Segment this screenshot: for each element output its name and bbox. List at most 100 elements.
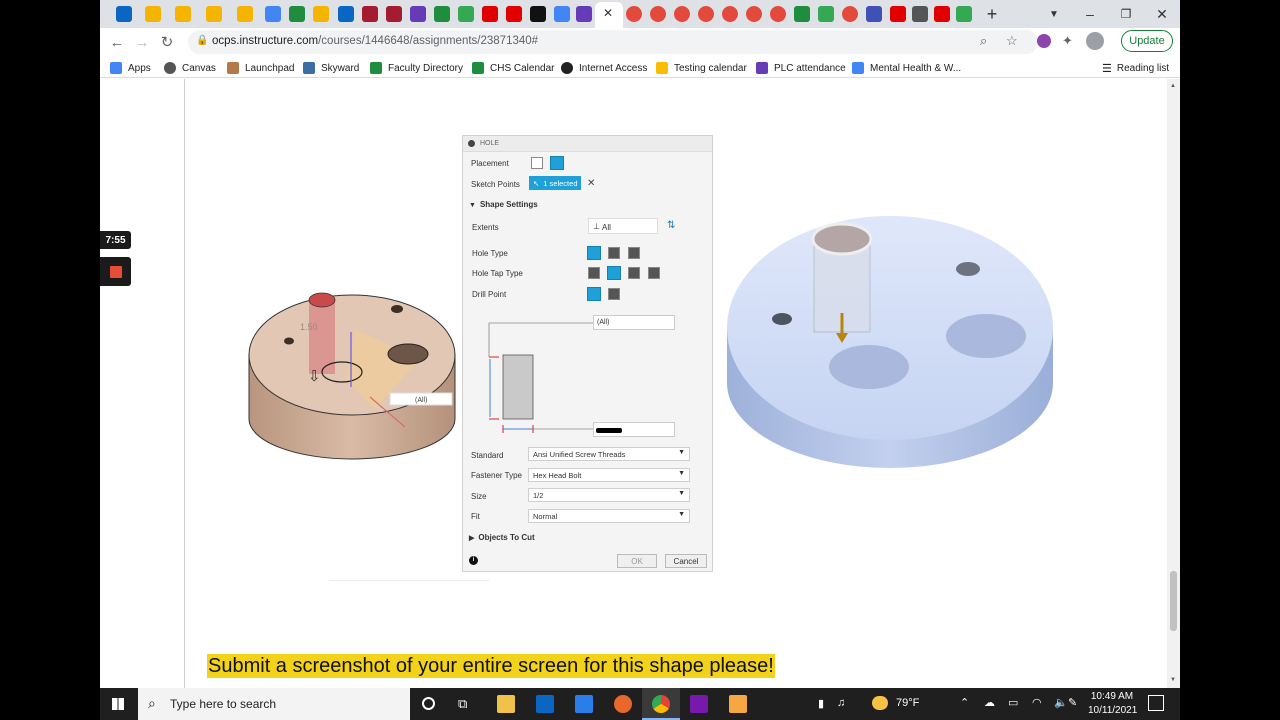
todo-icon[interactable] — [575, 695, 593, 713]
profile-avatar[interactable] — [1086, 32, 1104, 50]
shape-settings-toggle[interactable]: ▼ Shape Settings — [469, 200, 538, 209]
youtube-tab-icon[interactable] — [482, 6, 498, 22]
tray-icon[interactable]: ▮ — [818, 697, 824, 710]
bookmark-canvas[interactable]: Canvas — [164, 60, 216, 76]
stop-recording-button[interactable] — [100, 257, 131, 286]
bookmark-plc-attendance[interactable]: PLC attendance — [756, 60, 846, 76]
collapse-dialog-icon[interactable] — [468, 140, 475, 147]
info-icon[interactable]: i — [469, 556, 478, 565]
notifications-icon[interactable] — [1148, 695, 1164, 711]
clearance-tap-icon[interactable] — [607, 266, 621, 280]
youtube-tab-icon[interactable] — [934, 6, 950, 22]
temperature[interactable]: 79°F — [896, 697, 919, 709]
drive-tab-icon[interactable] — [818, 6, 834, 22]
countersink-icon[interactable] — [628, 247, 640, 259]
sheets-tab-icon[interactable] — [434, 6, 450, 22]
url-text[interactable]: ocps.instructure.com/courses/1446648/ass… — [212, 35, 538, 47]
extension-icon[interactable] — [1037, 34, 1051, 48]
firefox-icon[interactable] — [614, 695, 632, 713]
bookmark-apps[interactable]: Apps — [110, 60, 151, 76]
extensions-puzzle-icon[interactable]: ✦ — [1062, 33, 1073, 49]
canvas-tab-icon[interactable] — [674, 6, 690, 22]
fastener-type-select[interactable]: Hex Head Bolt ▼ — [528, 468, 690, 482]
bookmark-chs-calendar[interactable]: CHS Calendar — [472, 60, 554, 76]
reload-icon[interactable]: ↻ — [157, 32, 177, 52]
outlook-tab-icon[interactable] — [116, 6, 132, 22]
canvas-tab-icon[interactable] — [626, 6, 642, 22]
bookmark-testing-calendar[interactable]: Testing calendar — [656, 60, 747, 76]
slides-tab-icon[interactable] — [175, 6, 191, 22]
youtube-tab-icon[interactable] — [890, 6, 906, 22]
objects-to-cut-toggle[interactable]: ▶ Objects To Cut — [469, 533, 535, 542]
simple-tap-icon[interactable] — [588, 267, 600, 279]
slides-tab-icon[interactable] — [145, 6, 161, 22]
counterbore-icon[interactable] — [608, 247, 620, 259]
sketch-points-selection[interactable]: ↖ 1 selected — [529, 176, 581, 190]
file-explorer-icon[interactable] — [497, 695, 515, 713]
new-tab-icon[interactable]: + — [982, 4, 1002, 24]
outlook-tab-icon[interactable] — [338, 6, 354, 22]
bookmark-launchpad[interactable]: Launchpad — [227, 60, 295, 76]
volume-icon[interactable]: 🔈 — [1054, 696, 1068, 709]
bookmark-mental-health[interactable]: Mental Health & W... — [852, 60, 961, 76]
drag-arrow-icon[interactable]: ⇩ — [308, 367, 321, 385]
standard-select[interactable]: Ansi Unified Screw Threads ▼ — [528, 447, 690, 461]
forward-icon[interactable]: → — [132, 32, 152, 52]
back-icon[interactable]: ← — [107, 32, 127, 52]
cancel-button[interactable]: Cancel — [665, 554, 707, 568]
bookmark-faculty-directory[interactable]: Faculty Directory — [370, 60, 463, 76]
page-scrollbar[interactable]: ▲ ▼ — [1167, 79, 1180, 688]
drive-tab-icon[interactable] — [956, 6, 972, 22]
clear-selection-icon[interactable]: ✕ — [587, 178, 595, 189]
reading-list-button[interactable]: ☰ Reading list — [1102, 60, 1169, 76]
mail-icon[interactable] — [536, 695, 554, 713]
scroll-down-icon[interactable]: ▼ — [1170, 677, 1176, 683]
slides-tab-icon[interactable] — [313, 6, 329, 22]
tapped-icon[interactable] — [628, 267, 640, 279]
drive-tab-icon[interactable] — [458, 6, 474, 22]
docs-tab-icon[interactable] — [554, 6, 570, 22]
windows-start-icon[interactable] — [112, 698, 124, 710]
canvas-tab-icon[interactable] — [770, 6, 786, 22]
canvas-tab-icon[interactable] — [746, 6, 762, 22]
flat-drill-point-icon[interactable] — [587, 287, 601, 301]
fit-select[interactable]: Normal ▼ — [528, 509, 690, 523]
task-view-icon[interactable]: ⧉ — [458, 696, 467, 712]
docs-tab-icon[interactable] — [265, 6, 281, 22]
site-tab-icon[interactable] — [866, 6, 882, 22]
pen-icon[interactable]: ✎ — [1068, 696, 1077, 709]
bookmark-internet-access[interactable]: Internet Access — [561, 60, 647, 76]
simple-hole-icon[interactable] — [587, 246, 601, 260]
canvas-tab-icon[interactable] — [698, 6, 714, 22]
italic-i-tab-icon[interactable] — [362, 6, 378, 22]
dialog-header[interactable]: HOLE — [463, 136, 712, 152]
tab-search-icon[interactable]: ▼ — [1044, 4, 1064, 24]
forms-tab-icon[interactable] — [576, 6, 592, 22]
network-icon[interactable]: ◠ — [1032, 696, 1042, 709]
ok-button[interactable]: OK — [617, 554, 657, 568]
update-button[interactable]: Update — [1121, 30, 1173, 52]
canvas-tab-icon[interactable] — [722, 6, 738, 22]
cloud-icon[interactable]: ☁ — [984, 696, 995, 709]
show-hidden-icons[interactable]: ⌃ — [960, 696, 969, 709]
youtube-tab-icon[interactable] — [506, 6, 522, 22]
minimize-icon[interactable]: – — [1080, 4, 1100, 24]
cortana-icon[interactable] — [422, 697, 435, 710]
scroll-thumb[interactable] — [1170, 571, 1177, 631]
address-bar[interactable]: 🔒 ocps.instructure.com/courses/1446648/a… — [188, 30, 1038, 54]
angle-drill-point-icon[interactable] — [608, 288, 620, 300]
bookmark-skyward[interactable]: Skyward — [303, 60, 359, 76]
fusion-icon[interactable] — [729, 695, 747, 713]
battery-icon[interactable]: ▭ — [1008, 696, 1018, 709]
taper-tapped-icon[interactable] — [648, 267, 660, 279]
active-tab[interactable]: ✕ — [595, 2, 623, 28]
italic-i-tab-icon[interactable] — [386, 6, 402, 22]
sheets-tab-icon[interactable] — [289, 6, 305, 22]
onenote-icon[interactable] — [690, 695, 708, 713]
wifi-tab-icon[interactable] — [912, 6, 928, 22]
flip-direction-icon[interactable]: ⇅ — [667, 220, 675, 231]
extents-select[interactable]: ⊥ All — [588, 218, 658, 234]
depth-input[interactable]: (All) — [593, 315, 675, 330]
taskbar-search[interactable]: ⌕ Type here to search — [138, 688, 410, 720]
close-tab-icon[interactable]: ✕ — [603, 6, 613, 20]
